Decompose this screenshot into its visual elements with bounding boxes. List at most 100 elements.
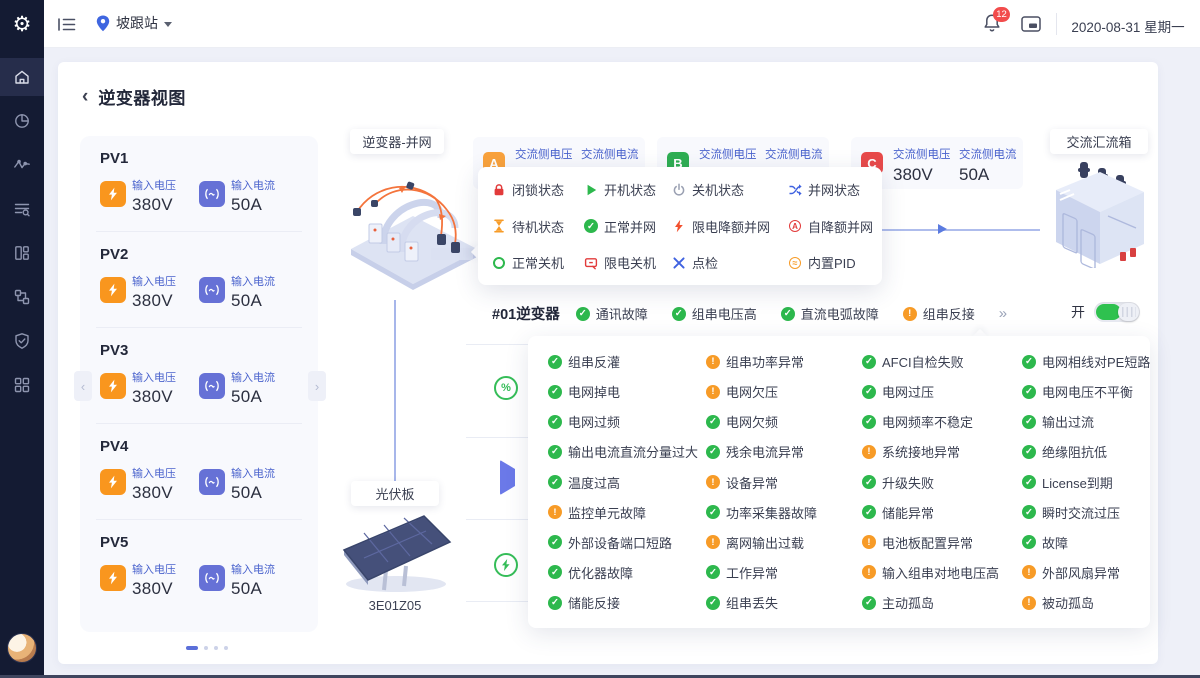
station-selector[interactable]: 坡跟站 (96, 13, 172, 33)
alarm-label: 通讯故障 (596, 304, 648, 323)
alarm-grid-item: ✓功率采集器故障 (706, 503, 862, 522)
pv-divider (96, 327, 302, 328)
pie-chart-icon (13, 112, 31, 130)
current-value: 50A (231, 579, 275, 599)
status-legend-label: 正常关机 (512, 253, 564, 272)
status-legend-item: ✓正常并网 (584, 217, 672, 236)
voltage-bolt-icon (100, 565, 126, 591)
more-alarms-chevron[interactable]: » (999, 305, 1007, 322)
alarm-label: 输入组串对地电压高 (882, 563, 999, 582)
toggle-knob[interactable] (1118, 303, 1139, 321)
alarm-grid-item: !离网输出过载 (706, 533, 862, 552)
alarm-label: 组串丢失 (726, 593, 778, 612)
row-divider (466, 519, 528, 520)
pv-name: PV1 (100, 150, 298, 167)
app-logo-icon[interactable]: ⚙ (0, 0, 44, 48)
alarm-label: 监控单元故障 (568, 503, 646, 522)
sidebar-item-home[interactable] (0, 58, 44, 96)
alarm-label: 残余电流异常 (726, 442, 804, 461)
alarm-label: 功率采集器故障 (726, 503, 817, 522)
alarm-label: 储能异常 (882, 503, 934, 522)
station-name: 坡跟站 (116, 13, 158, 33)
topbar-divider (1056, 13, 1057, 35)
circle-a-icon: A (788, 219, 802, 233)
power-icon (672, 183, 686, 197)
sidebar-item-topology[interactable] (0, 278, 44, 316)
voltage-label: 输入电压 (132, 276, 176, 288)
ac-current-label: 交流侧电流 (581, 149, 639, 161)
back-button[interactable]: ‹ (82, 87, 88, 107)
alarm-label: 电网过压 (882, 382, 934, 401)
inverter-illustration (343, 152, 483, 307)
pv-board-label: 光伏板 (351, 481, 439, 506)
current-value: 50A (231, 387, 275, 407)
pv-divider (96, 423, 302, 424)
status-legend-label: 限电降额并网 (692, 217, 770, 236)
current-wave-icon (199, 373, 225, 399)
alarm-label: 电网电压不平衡 (1042, 382, 1133, 401)
alarm-grid-item: ✓电网掉电 (548, 382, 706, 401)
current-label: 输入电流 (231, 276, 275, 288)
alarm-grid-item: ✓储能异常 (862, 503, 1022, 522)
pagination-dot[interactable] (224, 646, 228, 650)
pv-item: PV5输入电压380V输入电流50A (100, 534, 298, 599)
inverter-status-popup: 闭锁状态开机状态关机状态并网状态待机状态✓正常并网限电降额并网A自降额并网正常关… (478, 167, 882, 285)
voltage-bolt-icon (100, 277, 126, 303)
pv-item: PV1输入电压380V输入电流50A (100, 150, 298, 215)
sidebar-item-monitoring[interactable] (0, 146, 44, 184)
pagination-dot[interactable] (204, 646, 208, 650)
sidebar-item-devices[interactable] (0, 234, 44, 272)
topology-icon (13, 288, 31, 306)
user-avatar[interactable] (7, 633, 37, 663)
carousel-next-button[interactable]: › (308, 371, 326, 401)
current-label: 输入电流 (231, 564, 275, 576)
limit-icon (584, 256, 598, 270)
alarm-label: License到期 (1042, 473, 1113, 492)
play-icon (584, 183, 598, 197)
alarm-grid-item: ✓电网电压不平衡 (1022, 382, 1130, 401)
alarm-label: 瞬时交流过压 (1042, 503, 1120, 522)
home-icon (13, 68, 31, 86)
flow-arrow-icon (938, 224, 947, 234)
circle-o-icon (492, 256, 506, 270)
alarm-label: 升级失败 (882, 473, 934, 492)
alarm-label: 系统接地异常 (882, 442, 960, 461)
status-legend-label: 待机状态 (512, 217, 564, 236)
status-legend-label: 正常并网 (604, 217, 656, 236)
menu-fold-icon[interactable] (57, 17, 77, 37)
pulse-icon (13, 156, 31, 174)
ac-voltage-label: 交流侧电压 (893, 149, 951, 161)
inverter-power-toggle[interactable] (1094, 302, 1140, 322)
tools-icon (672, 256, 686, 270)
status-legend-label: 关机状态 (692, 180, 744, 199)
sidebar-item-apps[interactable] (0, 366, 44, 404)
alarm-label: 电网欠频 (726, 412, 778, 431)
alarm-grid-item: ✓电网频率不稳定 (862, 412, 1022, 431)
status-legend-label: 自降额并网 (808, 217, 873, 236)
pv-board-illustration (336, 510, 454, 603)
alarm-grid-item: !电池板配置异常 (862, 533, 1022, 552)
sidebar-item-logs[interactable] (0, 190, 44, 228)
shuffle-icon (788, 183, 802, 197)
sidebar-item-security[interactable] (0, 322, 44, 360)
notifications-button[interactable]: 12 (983, 13, 1001, 38)
status-legend-item: 限电降额并网 (672, 217, 788, 236)
voltage-value: 380V (132, 291, 176, 311)
alarm-grid-item: ✓电网过压 (862, 382, 1022, 401)
pagination-dot[interactable] (186, 646, 198, 650)
status-legend-item: 正常关机 (492, 253, 584, 272)
carousel-prev-button[interactable]: ‹ (74, 371, 92, 401)
shield-check-icon (13, 332, 31, 350)
list-search-icon (13, 200, 31, 218)
status-legend-item: A 自降额并网 (788, 217, 872, 236)
status-legend-item: ≈内置PID (788, 253, 872, 272)
inverter-name: #01逆变器 (492, 303, 560, 324)
sidebar-item-analytics[interactable] (0, 102, 44, 140)
pagination-dot[interactable] (214, 646, 218, 650)
alarm-label: 输出过流 (1042, 412, 1094, 431)
pagination-dots (186, 646, 228, 650)
alarm-grid-item: !外部风扇异常 (1022, 563, 1130, 582)
screen-cast-button[interactable] (1021, 16, 1041, 37)
pv-item: PV4输入电压380V输入电流50A (100, 438, 298, 503)
alarm-label: 组串反接 (923, 304, 975, 323)
